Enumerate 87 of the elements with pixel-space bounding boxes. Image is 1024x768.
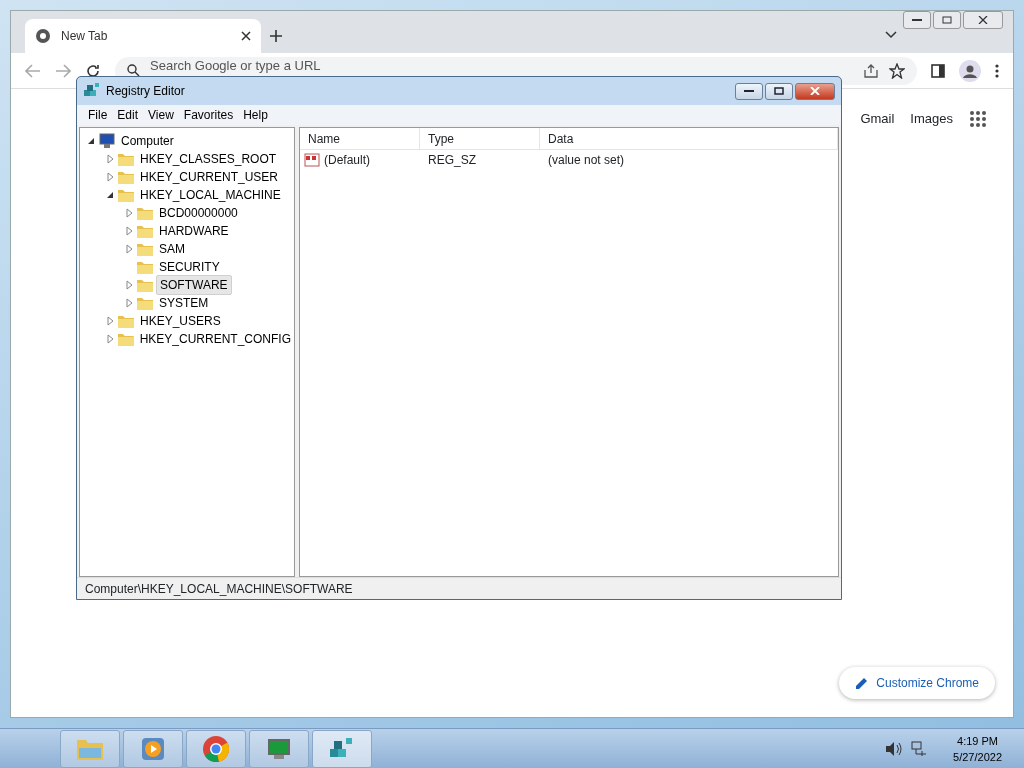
folder-icon: [136, 277, 154, 293]
menu-item[interactable]: Edit: [112, 105, 144, 125]
search-icon: [127, 64, 140, 77]
top-link[interactable]: Images: [910, 109, 953, 129]
computer-icon: [98, 133, 116, 149]
collapsed-triangle-icon[interactable]: [124, 208, 134, 218]
collapsed-triangle-icon[interactable]: [124, 280, 134, 290]
profile-icon[interactable]: [959, 59, 981, 82]
apps-grid-icon[interactable]: [969, 109, 987, 128]
status-bar-path: Computer\HKEY_LOCAL_MACHINE\SOFTWARE: [85, 580, 353, 598]
browser-tab[interactable]: New Tab: [25, 19, 261, 53]
column-header[interactable]: Name: [300, 128, 420, 149]
collapsed-triangle-icon[interactable]: [124, 244, 134, 254]
new-tab-icon[interactable]: [269, 29, 283, 43]
reload-icon[interactable]: [85, 62, 101, 79]
star-icon[interactable]: [889, 62, 905, 79]
top-link[interactable]: Gmail: [860, 109, 895, 129]
minimize-button[interactable]: [735, 82, 763, 100]
tree-item[interactable]: SOFTWARE: [156, 275, 232, 295]
menu-icon[interactable]: [995, 63, 999, 78]
tree-item[interactable]: BCD00000000: [156, 204, 241, 222]
tree-item[interactable]: HKEY_USERS: [137, 312, 224, 330]
table-cell-text: REG_SZ: [427, 152, 477, 169]
collapsed-triangle-icon[interactable]: [105, 154, 115, 164]
network-icon[interactable]: [911, 740, 928, 757]
side-panel-icon[interactable]: [931, 63, 945, 78]
column-header[interactable]: Data: [540, 128, 838, 149]
menu-item[interactable]: View: [143, 105, 179, 125]
minimize-button[interactable]: [903, 11, 931, 29]
folder-icon: [117, 331, 135, 347]
close-button[interactable]: [963, 11, 1003, 29]
tree-item[interactable]: HKEY_CURRENT_USER: [137, 168, 282, 186]
close-button[interactable]: [795, 82, 835, 100]
expanded-triangle-icon[interactable]: [86, 136, 96, 146]
column-header[interactable]: Type: [420, 128, 540, 149]
close-icon: [810, 87, 820, 95]
clock-time[interactable]: 4:19 PM: [953, 732, 1002, 749]
chrome-icon: [35, 28, 51, 44]
menu-item[interactable]: File: [83, 105, 113, 125]
tree-item[interactable]: HKEY_CLASSES_ROOT: [137, 150, 280, 168]
folder-icon: [117, 313, 135, 329]
folder-icon: [136, 223, 154, 239]
tree-item[interactable]: SECURITY: [156, 258, 223, 276]
folder-icon: [136, 205, 154, 221]
folder-icon: [136, 295, 154, 311]
collapsed-triangle-icon[interactable]: [105, 172, 115, 182]
minimize-icon: [744, 89, 754, 93]
address-input[interactable]: Search Google or type a URL: [150, 55, 853, 76]
pencil-icon: [855, 676, 869, 690]
collapsed-triangle-icon[interactable]: [124, 298, 134, 308]
monitor-taskbar-icon[interactable]: [249, 729, 309, 768]
folder-icon: [117, 151, 135, 167]
tab-title: New Tab: [61, 28, 108, 45]
cubes-taskbar-icon[interactable]: [312, 729, 372, 768]
string-value-icon: [304, 153, 320, 167]
folder-icon: [117, 169, 135, 185]
speaker-icon[interactable]: [885, 740, 904, 757]
close-icon: [978, 16, 988, 24]
media-player-taskbar-icon[interactable]: [123, 729, 183, 768]
clock-date[interactable]: 5/27/2022: [953, 748, 1002, 765]
value-name[interactable]: (Default): [324, 151, 370, 169]
menu-item[interactable]: Help: [238, 105, 273, 125]
chevron-down-icon[interactable]: [885, 31, 897, 39]
close-icon[interactable]: [241, 31, 251, 41]
folder-icon: [136, 259, 154, 275]
tree-item[interactable]: SAM: [156, 240, 188, 258]
tree-item[interactable]: HARDWARE: [156, 222, 232, 240]
maximize-icon: [774, 87, 784, 95]
folder-icon: [117, 187, 135, 203]
tree-item[interactable]: SYSTEM: [156, 294, 212, 312]
browser-taskbar-icon[interactable]: [186, 729, 246, 768]
tree-item[interactable]: Computer: [118, 132, 177, 150]
maximize-button[interactable]: [765, 82, 793, 100]
collapsed-triangle-icon[interactable]: [105, 334, 115, 344]
folder-icon: [136, 241, 154, 257]
menu-item[interactable]: Favorites: [178, 105, 239, 125]
minimize-icon: [912, 18, 922, 22]
tree-item[interactable]: HKEY_LOCAL_MACHINE: [137, 186, 284, 204]
customize-chrome-button[interactable]: Customize Chrome: [839, 667, 995, 699]
restore-icon: [942, 16, 952, 24]
tree-item[interactable]: HKEY_CURRENT_CONFIG: [136, 330, 294, 348]
expanded-triangle-icon[interactable]: [105, 190, 115, 200]
share-icon[interactable]: [863, 63, 879, 78]
collapsed-triangle-icon[interactable]: [124, 226, 134, 236]
collapsed-triangle-icon[interactable]: [105, 316, 115, 326]
window-title: Registry Editor: [106, 83, 185, 100]
table-cell-text: (value not set): [547, 152, 626, 169]
